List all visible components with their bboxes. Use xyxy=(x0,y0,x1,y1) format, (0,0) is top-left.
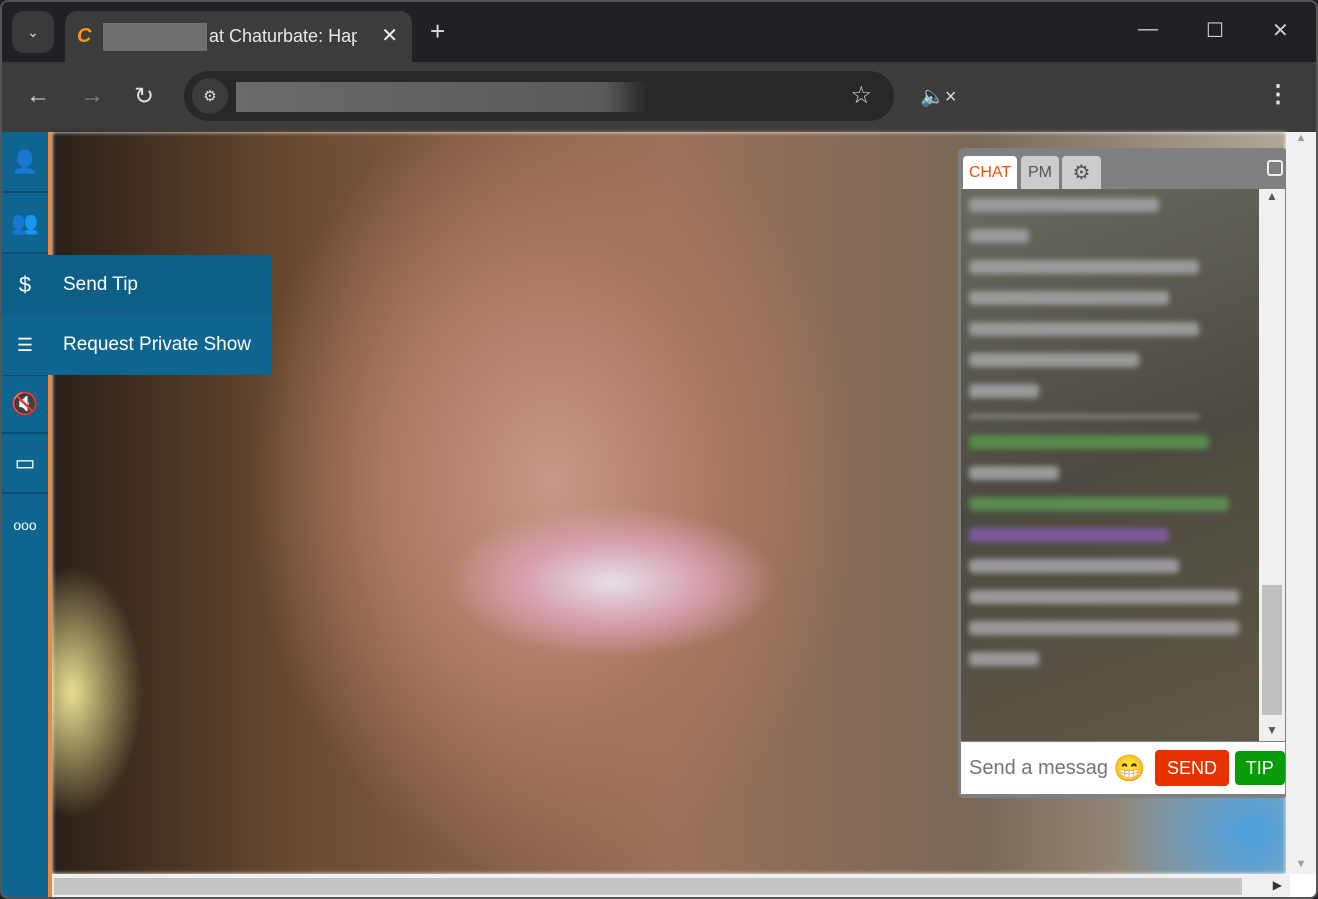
chat-messages-redacted xyxy=(961,189,1259,741)
new-tab-button[interactable]: + xyxy=(430,16,445,47)
reload-icon[interactable]: ↻ xyxy=(134,82,154,111)
emoji-picker-icon[interactable]: 😁 xyxy=(1113,753,1145,784)
horizontal-scroll-thumb[interactable] xyxy=(54,878,1242,895)
tab-bar: ⌄ C at Chaturbate: Hap ✕ + — ☐ ✕ xyxy=(2,2,1316,62)
browser-window: ⌄ C at Chaturbate: Hap ✕ + — ☐ ✕ ← → ↻ ⚙… xyxy=(0,0,1318,899)
speaker-muted-icon[interactable]: 🔇 xyxy=(2,376,48,434)
scroll-right-icon[interactable]: ▶ xyxy=(1273,878,1282,892)
page-vertical-scrollbar[interactable]: ▲ ▼ xyxy=(1286,132,1316,874)
browser-tab[interactable]: C at Chaturbate: Hap ✕ xyxy=(65,11,412,62)
chaturbate-favicon-icon: C xyxy=(77,25,92,47)
request-private-show-item[interactable]: ☰ Request Private Show xyxy=(2,315,272,375)
tab-muted-icon[interactable]: 🔈× xyxy=(920,84,957,109)
accent-divider xyxy=(48,132,52,897)
page-content: 👤 👥 $ ☰ 🔇 ▭ ooo $Send Tip ☰Request Priva… xyxy=(2,132,1316,897)
close-tab-icon[interactable]: ✕ xyxy=(381,23,398,48)
contact-list-icon: ☰ xyxy=(16,334,34,355)
page-horizontal-scrollbar[interactable]: ▶ xyxy=(52,874,1290,897)
toolbar: ← → ↻ ⚙ ☆ 🔈× ⋮ xyxy=(2,62,1316,132)
chat-scroll-thumb[interactable] xyxy=(1262,585,1282,715)
address-bar[interactable]: ⚙ ☆ xyxy=(184,71,894,121)
site-settings-icon[interactable]: ⚙ xyxy=(192,78,228,114)
video-camera-icon[interactable]: ▭ xyxy=(2,434,48,494)
chat-scrollbar[interactable]: ▲ ▼ xyxy=(1259,189,1285,741)
forward-icon[interactable]: → xyxy=(80,82,104,110)
user-icon[interactable]: 👤 xyxy=(2,132,48,193)
chat-message-input[interactable] xyxy=(969,756,1109,780)
settings-gear-icon[interactable]: ⚙ xyxy=(1062,156,1101,189)
chat-input-row: 😁 SEND TIP xyxy=(961,742,1285,794)
bookmark-star-icon[interactable]: ☆ xyxy=(850,81,872,110)
redacted-url xyxy=(236,82,646,112)
kebab-menu-icon[interactable]: ⋮ xyxy=(1266,80,1290,109)
redacted-text xyxy=(103,22,207,51)
back-icon[interactable]: ← xyxy=(26,82,50,110)
sidebar: 👤 👥 $ ☰ 🔇 ▭ ooo xyxy=(2,132,48,897)
dollar-icon: $ xyxy=(18,272,32,297)
chevron-down-icon: ⌄ xyxy=(27,23,39,40)
tip-button[interactable]: TIP xyxy=(1234,751,1285,785)
chat-panel: CHAT PM ⚙ ▲▼ 😁 SEND TIP xyxy=(958,148,1288,798)
more-icon[interactable]: ooo xyxy=(2,494,48,555)
tab-search-button[interactable]: ⌄ xyxy=(12,11,54,53)
tab-chat[interactable]: CHAT xyxy=(963,156,1017,189)
sidebar-flyout-menu: $ Send Tip ☰ Request Private Show xyxy=(2,255,272,375)
close-window-icon[interactable]: ✕ xyxy=(1272,18,1289,43)
tab-pm[interactable]: PM xyxy=(1021,156,1059,189)
send-tip-item[interactable]: $ Send Tip xyxy=(2,255,272,315)
detach-checkbox[interactable] xyxy=(1267,160,1283,176)
maximize-icon[interactable]: ☐ xyxy=(1206,18,1224,43)
minimize-icon[interactable]: — xyxy=(1138,18,1158,41)
send-button[interactable]: SEND xyxy=(1155,750,1229,786)
users-icon[interactable]: 👥 xyxy=(2,193,48,254)
tab-title: at Chaturbate: Hap xyxy=(209,26,357,46)
